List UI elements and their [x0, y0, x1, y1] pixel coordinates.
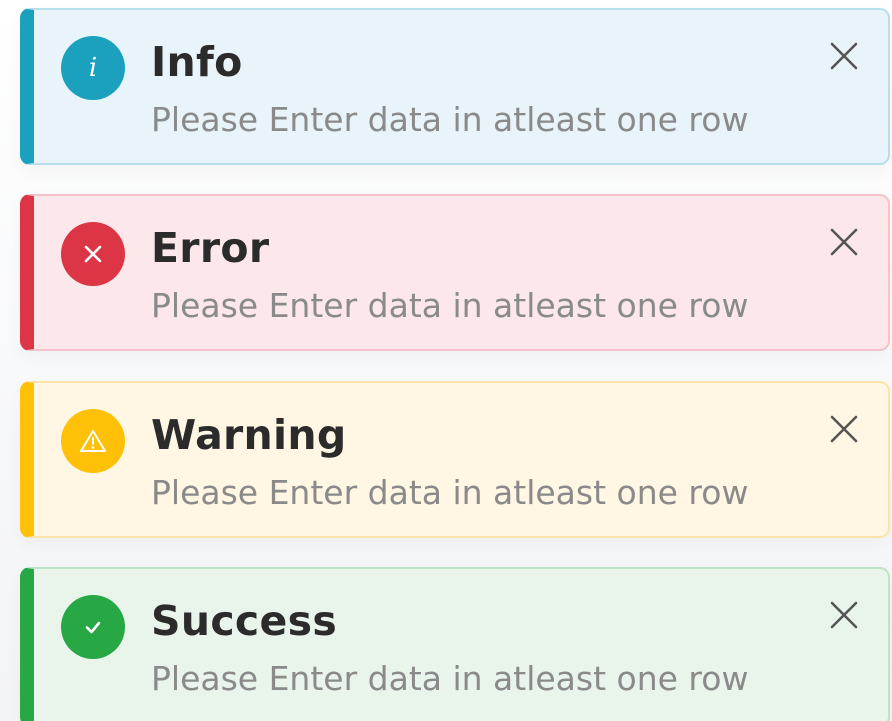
- toast-title: Error: [151, 224, 270, 272]
- toast-message: Please Enter data in atleast one row: [151, 286, 749, 325]
- check-icon: [61, 595, 125, 659]
- toast-message: Please Enter data in atleast one row: [151, 473, 749, 512]
- close-icon[interactable]: [828, 413, 860, 445]
- close-icon[interactable]: [828, 226, 860, 258]
- warning-toast: Warning Please Enter data in atleast one…: [20, 381, 890, 538]
- warning-icon: [61, 409, 125, 473]
- toast-title: Success: [151, 597, 338, 645]
- notification-stack: i Info Please Enter data in atleast one …: [0, 0, 892, 721]
- close-icon[interactable]: [828, 599, 860, 631]
- success-toast: Success Please Enter data in atleast one…: [20, 567, 890, 721]
- toast-message: Please Enter data in atleast one row: [151, 659, 749, 698]
- info-icon: i: [61, 36, 125, 100]
- error-toast: Error Please Enter data in atleast one r…: [20, 194, 890, 351]
- close-icon[interactable]: [828, 40, 860, 72]
- error-x-icon: [61, 222, 125, 286]
- toast-title: Info: [151, 38, 243, 86]
- toast-title: Warning: [151, 411, 347, 459]
- toast-message: Please Enter data in atleast one row: [151, 100, 749, 139]
- info-toast: i Info Please Enter data in atleast one …: [20, 8, 890, 165]
